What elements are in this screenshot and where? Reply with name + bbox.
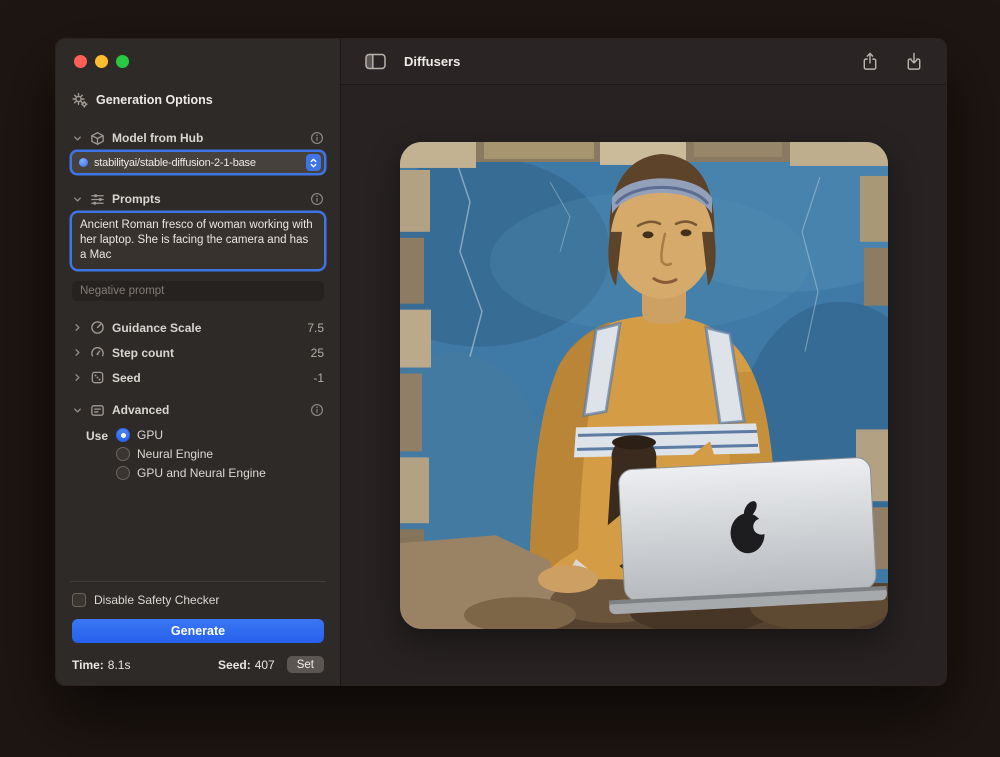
step-count-value: 25 [311, 346, 324, 360]
set-seed-button[interactable]: Set [287, 656, 324, 673]
seed-dice-icon [90, 370, 105, 385]
download-button[interactable] [906, 52, 922, 71]
chevron-down-icon [72, 194, 83, 205]
gpu-option-label: GPU [137, 428, 163, 442]
sidebar-toggle-button[interactable] [365, 53, 386, 70]
guidance-dial-icon [90, 320, 105, 335]
fresco-art [400, 142, 888, 629]
window-controls [74, 55, 326, 68]
compute-unit-group: Use GPU Neural Engine GPU and Neural Eng… [86, 428, 326, 480]
minimize-window-button[interactable] [95, 55, 108, 68]
disable-safety-checker-label: Disable Safety Checker [94, 593, 219, 607]
generation-options-gears-icon [72, 92, 88, 108]
app-window: Generation Options Model from Hub stabil… [55, 38, 947, 686]
step-count-row[interactable]: Step count 25 [72, 340, 324, 365]
generated-image[interactable] [400, 142, 888, 629]
status-bar: Time: 8.1s Seed: 407 Set [72, 656, 324, 673]
window-title: Diffusers [404, 54, 460, 69]
prompts-sliders-icon [90, 192, 105, 207]
seed-result-value: 407 [255, 658, 275, 672]
time-value: 8.1s [108, 658, 131, 672]
model-hub-box-icon [90, 131, 105, 146]
chevron-right-icon [72, 322, 83, 333]
advanced-panel-icon [90, 403, 105, 418]
chevron-down-icon [72, 405, 83, 416]
model-status-dot-icon [79, 158, 88, 167]
gpu-radio-option[interactable]: GPU [116, 428, 326, 442]
disable-safety-checker-row[interactable]: Disable Safety Checker [72, 593, 324, 607]
close-window-button[interactable] [74, 55, 87, 68]
step-count-label: Step count [112, 346, 174, 360]
prompts-section-header[interactable]: Prompts [72, 187, 324, 211]
radio-icon[interactable] [116, 447, 130, 461]
model-section-label: Model from Hub [112, 131, 203, 145]
generate-button[interactable]: Generate [72, 619, 324, 643]
model-section-header[interactable]: Model from Hub [72, 126, 324, 150]
titlebar: Diffusers [341, 39, 946, 85]
guidance-scale-label: Guidance Scale [112, 321, 201, 335]
prompt-input[interactable]: Ancient Roman fresco of woman working wi… [72, 213, 324, 269]
info-icon[interactable] [310, 403, 324, 417]
step-count-gauge-icon [90, 345, 105, 360]
model-select-value: stabilityai/stable-diffusion-2-1-base [94, 157, 256, 169]
share-button[interactable] [862, 52, 878, 71]
chevron-down-icon [72, 133, 83, 144]
seed-result-label: Seed: [218, 658, 251, 672]
main-area: Diffusers [341, 39, 946, 685]
neural-engine-option-label: Neural Engine [137, 447, 213, 461]
gpu-and-neural-engine-option-label: GPU and Neural Engine [137, 466, 266, 480]
sidebar: Generation Options Model from Hub stabil… [56, 39, 341, 685]
sidebar-flex-spacer [70, 480, 326, 581]
guidance-scale-value: 7.5 [307, 321, 324, 335]
advanced-section-label: Advanced [112, 403, 169, 417]
info-icon[interactable] [310, 131, 324, 145]
sidebar-title: Generation Options [96, 93, 213, 107]
zoom-window-button[interactable] [116, 55, 129, 68]
chevron-right-icon [72, 372, 83, 383]
sidebar-header: Generation Options [72, 92, 324, 108]
image-canvas [341, 85, 946, 685]
negative-prompt-input[interactable] [72, 281, 324, 301]
sidebar-divider [70, 581, 326, 582]
neural-engine-radio-option[interactable]: Neural Engine [116, 447, 326, 461]
seed-row[interactable]: Seed -1 [72, 365, 324, 390]
seed-value: -1 [313, 371, 324, 385]
info-icon[interactable] [310, 192, 324, 206]
seed-label: Seed [112, 371, 141, 385]
prompts-section-label: Prompts [112, 192, 161, 206]
time-label: Time: [72, 658, 104, 672]
use-label: Use [86, 428, 108, 480]
chevron-right-icon [72, 347, 83, 358]
radio-icon[interactable] [116, 466, 130, 480]
select-stepper-icon[interactable] [306, 154, 321, 171]
checkbox-icon[interactable] [72, 593, 86, 607]
model-select[interactable]: stabilityai/stable-diffusion-2-1-base [72, 152, 324, 173]
guidance-scale-row[interactable]: Guidance Scale 7.5 [72, 315, 324, 340]
gpu-and-neural-engine-radio-option[interactable]: GPU and Neural Engine [116, 466, 326, 480]
advanced-section-header[interactable]: Advanced [72, 398, 324, 422]
radio-selected-icon[interactable] [116, 428, 130, 442]
